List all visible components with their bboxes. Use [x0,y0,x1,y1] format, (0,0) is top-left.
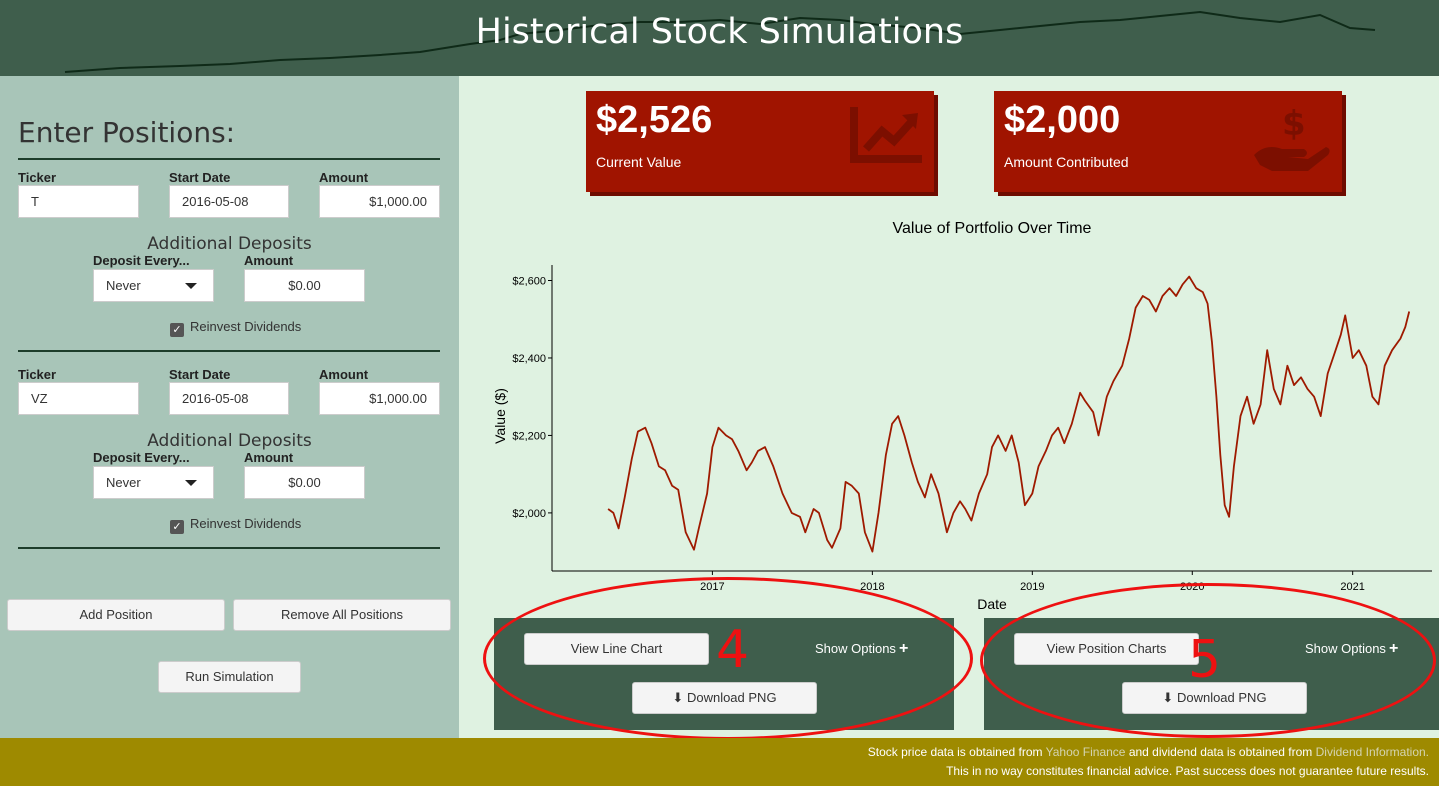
current-value-caption: Current Value [596,154,682,170]
run-simulation-button[interactable]: Run Simulation [158,661,301,693]
ticker-input[interactable]: VZ [18,382,139,415]
amount-input[interactable]: $1,000.00 [319,185,440,218]
checkbox-checked-icon: ✓ [170,520,184,534]
y-tick-label: $2,400 [512,353,546,365]
divider [18,350,440,352]
start-date-input[interactable]: 2016-05-08 [169,382,289,415]
annotation-number-5: 5 [1188,630,1222,690]
chart-title: Value of Portfolio Over Time [892,220,1092,237]
portfolio-value-chart: $2,000$2,200$2,400$2,600 2017 2018 2019 202… [492,265,1432,612]
amount-label: Amount [319,367,369,382]
ticker-input[interactable]: T [18,185,139,218]
amount-contributed-caption: Amount Contributed [1004,154,1129,170]
y-axis-label: Value ($) [492,388,508,444]
ticker-label: Ticker [18,367,57,382]
svg-text:$: $ [1282,105,1306,144]
y-tick-label: $2,200 [512,430,546,442]
reinvest-dividends-label: Reinvest Dividends [190,516,302,531]
hand-holding-dollar-icon: $ [1254,105,1330,171]
start-date-input[interactable]: 2016-05-08 [169,185,289,218]
add-position-button[interactable]: Add Position [7,599,225,631]
start-date-label: Start Date [169,367,231,382]
remove-all-positions-button[interactable]: Remove All Positions [233,599,451,631]
sidebar-heading: Enter Positions: [18,116,236,149]
divider [18,547,440,549]
reinvest-dividends-checkbox[interactable]: ✓ Reinvest Dividends [170,319,301,337]
caret-down-icon [185,283,197,289]
current-value-box: $2,526 Current Value [586,91,934,192]
dividend-information-link[interactable]: Dividend Information. [1316,745,1429,759]
deposit-frequency-value: Never [106,475,141,490]
ticker-label: Ticker [18,170,57,185]
divider [18,158,440,160]
reinvest-dividends-label: Reinvest Dividends [190,319,302,334]
additional-deposits-heading: Additional Deposits [147,234,312,254]
deposit-amount-label: Amount [244,253,294,268]
footer-disclaimer: This in no way constitutes financial adv… [946,764,1429,778]
amount-contributed-box: $2,000 Amount Contributed $ [994,91,1342,192]
yahoo-finance-link[interactable]: Yahoo Finance [1046,745,1126,759]
footer-sources: Stock price data is obtained from Yahoo … [868,745,1429,759]
positions-sidebar: Enter Positions: Ticker Start Date Amoun… [0,76,459,738]
amount-input[interactable]: $1,000.00 [319,382,440,415]
deposit-frequency-select[interactable]: Never [93,269,214,302]
deposit-frequency-value: Never [106,278,141,293]
footer-text: Stock price data is obtained from [867,745,1046,759]
amount-label: Amount [319,170,369,185]
deposit-every-label: Deposit Every... [93,450,190,465]
footer-text: and dividend data is obtained from [1125,745,1316,759]
chart-line-icon [850,107,922,163]
deposit-amount-label: Amount [244,450,294,465]
footer: Stock price data is obtained from Yahoo … [0,738,1439,786]
x-axis-label: Date [977,596,1007,612]
portfolio-value-line [607,275,1411,553]
reinvest-dividends-checkbox[interactable]: ✓ Reinvest Dividends [170,516,301,534]
deposit-amount-input[interactable]: $0.00 [244,269,365,302]
page-title: Historical Stock Simulations [475,12,964,52]
deposit-frequency-select[interactable]: Never [93,466,214,499]
x-tick-label: 2021 [1340,581,1364,593]
x-tick-label: 2019 [1020,581,1044,593]
start-date-label: Start Date [169,170,231,185]
deposit-every-label: Deposit Every... [93,253,190,268]
annotation-number-4: 4 [716,620,750,680]
additional-deposits-heading: Additional Deposits [147,431,312,451]
chart-series [607,275,1411,553]
current-value: $2,526 [596,99,713,141]
caret-down-icon [185,480,197,486]
checkbox-checked-icon: ✓ [170,323,184,337]
amount-contributed-value: $2,000 [1004,99,1121,141]
y-tick-label: $2,600 [512,275,546,287]
deposit-amount-input[interactable]: $0.00 [244,466,365,499]
app-header: Historical Stock Simulations [0,0,1439,76]
y-axis-ticks: $2,000 $2,200 $2,400 $2,600 [512,275,552,520]
y-tick-label: $2,000 [512,508,546,520]
